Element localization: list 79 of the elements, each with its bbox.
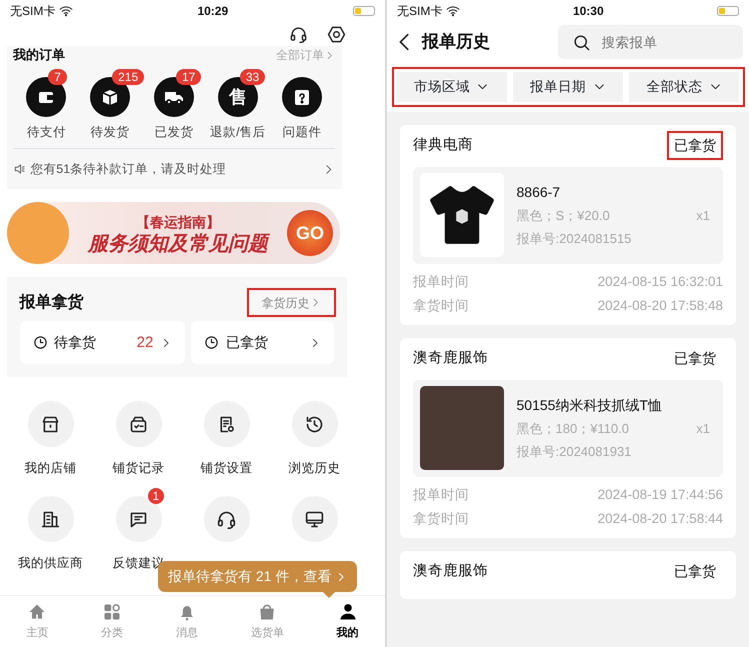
tool-label[interactable]: 浏览历史 [288,459,340,478]
status-time: 10:30 [572,3,604,20]
status-label[interactable]: 待支付 [26,123,66,142]
tool-label[interactable]: 我的店铺 [24,459,76,478]
shop-name: 律典电商 [413,136,473,155]
count-badge: 215 [112,69,144,85]
pickup-card[interactable]: 已拿货 [191,321,334,364]
shop-name: 澳奇鹿服饰 [413,562,488,581]
history-clock-icon [304,414,325,435]
tab-bar-item[interactable]: 我的 [310,596,385,647]
battery-icon [352,6,375,16]
order-number: 报单号:2024081931 [516,442,632,461]
filter-dropdown[interactable]: 全部状态 [629,72,740,102]
tool-label[interactable]: 我的供应商 [18,554,83,572]
count-badge: 33 [240,69,266,85]
product-name: 8866-7 [516,182,562,202]
time-value: 2024-08-20 17:58:44 [598,510,723,528]
pickup-label: 已拿货 [226,333,269,352]
search-field[interactable]: 搜索报单 [558,25,742,59]
status-label[interactable]: 已发货 [154,123,194,142]
person-icon [338,602,358,622]
pickup-count: 22 [136,332,154,352]
settings-icon[interactable] [327,24,346,44]
storefront-icon [40,414,61,435]
status-time: 10:29 [197,3,228,20]
monitor-icon [304,508,325,530]
wifi-icon [58,4,73,18]
pickup-label: 待拿货 [54,333,97,352]
product-spec: 黑色；180；¥110.0 [516,420,629,438]
page-title: 报单历史 [422,31,491,54]
count-badge: 1 [148,488,164,504]
order-status: 已拿货 [673,562,717,581]
filter-dropdown[interactable]: 市场区域 [396,72,507,102]
order-status: 已拿货 [667,131,723,160]
clock-icon [204,335,220,350]
speaker-icon [13,162,27,176]
quantity: x1 [696,420,710,438]
order-status: 已拿货 [673,349,717,368]
checklist-box-icon [128,414,149,435]
section-title: 报单拿货 [20,292,84,312]
time-value: 2024-08-15 16:32:01 [598,273,723,291]
tool-label[interactable]: 铺货设置 [200,459,252,478]
headset-icon[interactable] [288,24,308,44]
time-label: 报单时间 [413,486,469,504]
status-label[interactable]: 问题件 [282,123,322,142]
building-icon [40,508,61,530]
count-badge: 17 [176,69,202,85]
clock-icon [32,335,48,350]
tool-label[interactable]: 铺货记录 [112,459,164,478]
search-icon [572,33,590,52]
battery-icon [716,6,739,16]
section-title: 我的订单 [13,46,65,64]
promo-banner[interactable]: 【春运指南】 服务须知及常见问题 GO [6,202,340,264]
product-spec: 黑色；S；¥20.0 [516,207,610,225]
time-label: 拿货时间 [413,510,469,528]
shop-name: 澳奇鹿服饰 [413,348,488,368]
product-row[interactable]: 50155纳米科技抓绒T恤 黑色；180；¥110.0 x1 报单号:2024081931 [413,380,723,476]
grid-icon [102,602,122,622]
product-name: 50155纳米科技抓绒T恤 [516,396,663,415]
filter-dropdown[interactable]: 报单日期 [513,72,623,102]
banner-headline: 服务须知及常见问题 [88,232,268,255]
carrier-text: 无SIM卡 [10,3,56,20]
quantity: x1 [696,207,710,225]
banner-tag: 【春运指南】 [136,212,220,233]
time-label: 拿货时间 [413,297,469,315]
status-label[interactable]: 退款/售后 [210,123,266,142]
wifi-icon [446,4,460,18]
time-value: 2024-08-19 17:44:56 [598,486,723,504]
notice-text: 您有51条待补款订单，请及时处理 [30,160,226,178]
product-row[interactable]: 8866-7 黑色；S；¥20.0 x1 报单号:2024081515 [413,166,723,264]
time-label: 报单时间 [413,273,469,291]
headset-icon [216,508,237,530]
time-value: 2024-08-20 17:58:48 [598,297,723,315]
status-label[interactable]: 待发货 [90,123,130,142]
carrier-text: 无SIM卡 [397,3,442,20]
status-glyph: 售 [228,86,247,108]
pickup-card[interactable]: 待拿货 22 [20,321,185,364]
order-number: 报单号:2024081515 [516,230,632,248]
count-badge: 7 [48,69,67,85]
